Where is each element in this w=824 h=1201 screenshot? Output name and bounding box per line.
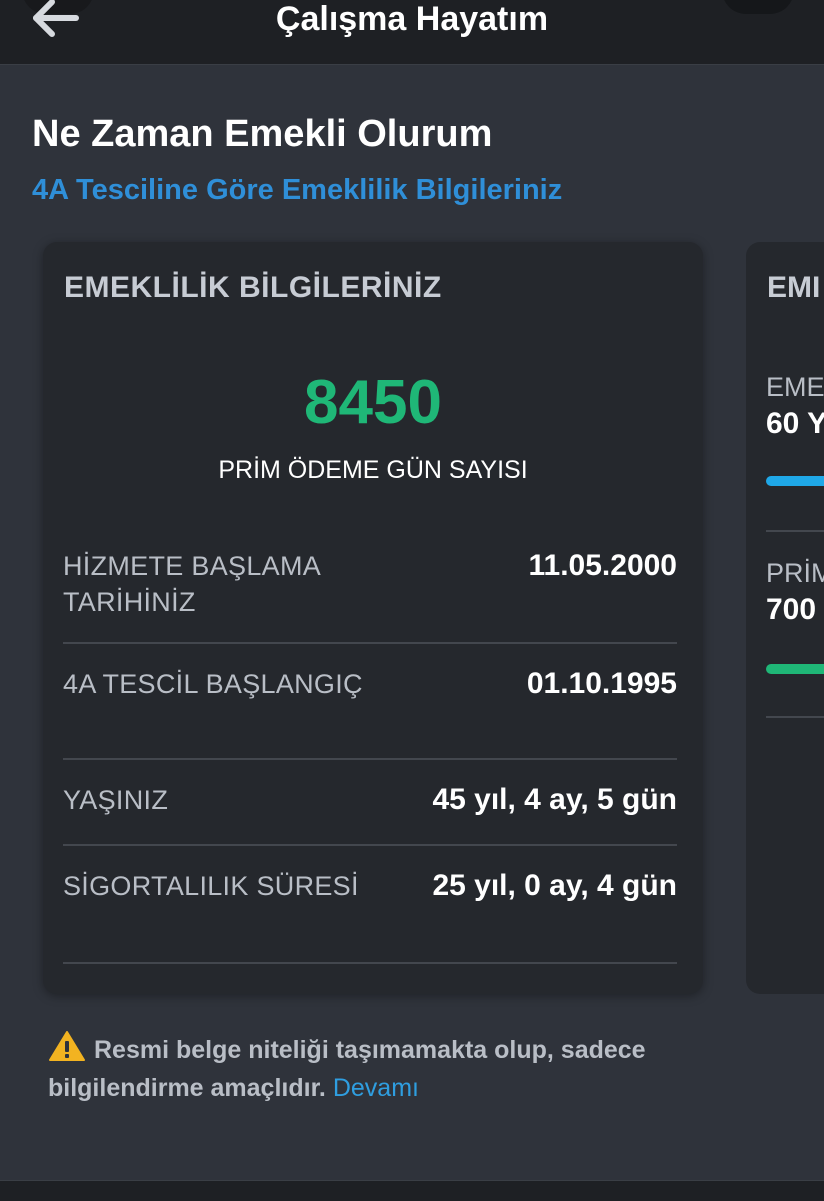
row-divider — [63, 962, 677, 964]
row-label: YAŞINIZ — [63, 785, 169, 815]
premium-days-count: 8450 — [304, 368, 442, 437]
disclaimer-notice: Resmi belge niteliği taşımamakta olup, s… — [48, 1030, 748, 1105]
row-value: 45 yıl, 4 ay, 5 gün — [432, 783, 677, 816]
row-value: 01.10.1995 — [526, 667, 677, 700]
info-row-4a-registration: 4A TESCİL BAŞLANGIÇ 01.10.1995 — [63, 666, 677, 762]
secondary-card-body: EMI EME 60 Y PRİM 700 — [746, 242, 824, 994]
secondary-item-value: 60 Y — [766, 407, 824, 440]
secondary-card[interactable]: EMI EME 60 Y PRİM 700 — [746, 242, 824, 994]
row-divider — [63, 844, 677, 846]
page-title: Ne Zaman Emekli Olurum — [32, 113, 493, 155]
secondary-item-label: PRİM — [766, 558, 824, 588]
retirement-info-card: EMEKLİLİK BİLGİLERİNİZ 8450 PRİM ÖDEME G… — [43, 242, 703, 994]
row-label: SİGORTALILIK SÜRESİ — [63, 871, 359, 901]
warning-triangle-icon — [48, 1030, 86, 1071]
info-row-service-start: HİZMETE BAŞLAMA TARİHİNİZ 11.05.2000 — [63, 548, 677, 644]
secondary-item-value: 700 — [766, 593, 817, 626]
premium-days-label: PRİM ÖDEME GÜN SAYISI — [218, 456, 528, 484]
secondary-card-title: EMI — [767, 271, 821, 304]
top-app-bar: Çalışma Hayatım — [0, 0, 824, 65]
row-value: 25 yıl, 0 ay, 4 gün — [432, 869, 677, 902]
row-label: HİZMETE BAŞLAMA TARİHİNİZ — [63, 551, 320, 617]
row-value: 11.05.2000 — [528, 549, 678, 582]
card-title: EMEKLİLİK BİLGİLERİNİZ — [64, 271, 442, 304]
secondary-item-label: EME — [766, 372, 824, 402]
info-row-age: YAŞINIZ 45 yıl, 4 ay, 5 gün — [63, 782, 677, 848]
progress-bar-green — [766, 664, 824, 674]
bottom-bar — [0, 1180, 824, 1201]
info-row-insurance-duration: SİGORTALILIK SÜRESİ 25 yıl, 0 ay, 4 gün — [63, 868, 677, 964]
page-subtitle: 4A Tesciline Göre Emeklilik Bilgileriniz — [32, 174, 563, 206]
row-divider — [63, 642, 677, 644]
read-more-link[interactable]: Devamı — [333, 1074, 419, 1102]
secondary-divider — [766, 716, 824, 718]
secondary-divider — [766, 530, 824, 532]
row-divider — [63, 758, 677, 760]
progress-bar-blue — [766, 476, 824, 486]
header-title: Çalışma Hayatım — [275, 0, 549, 38]
row-label: 4A TESCİL BAŞLANGIÇ — [63, 669, 363, 699]
